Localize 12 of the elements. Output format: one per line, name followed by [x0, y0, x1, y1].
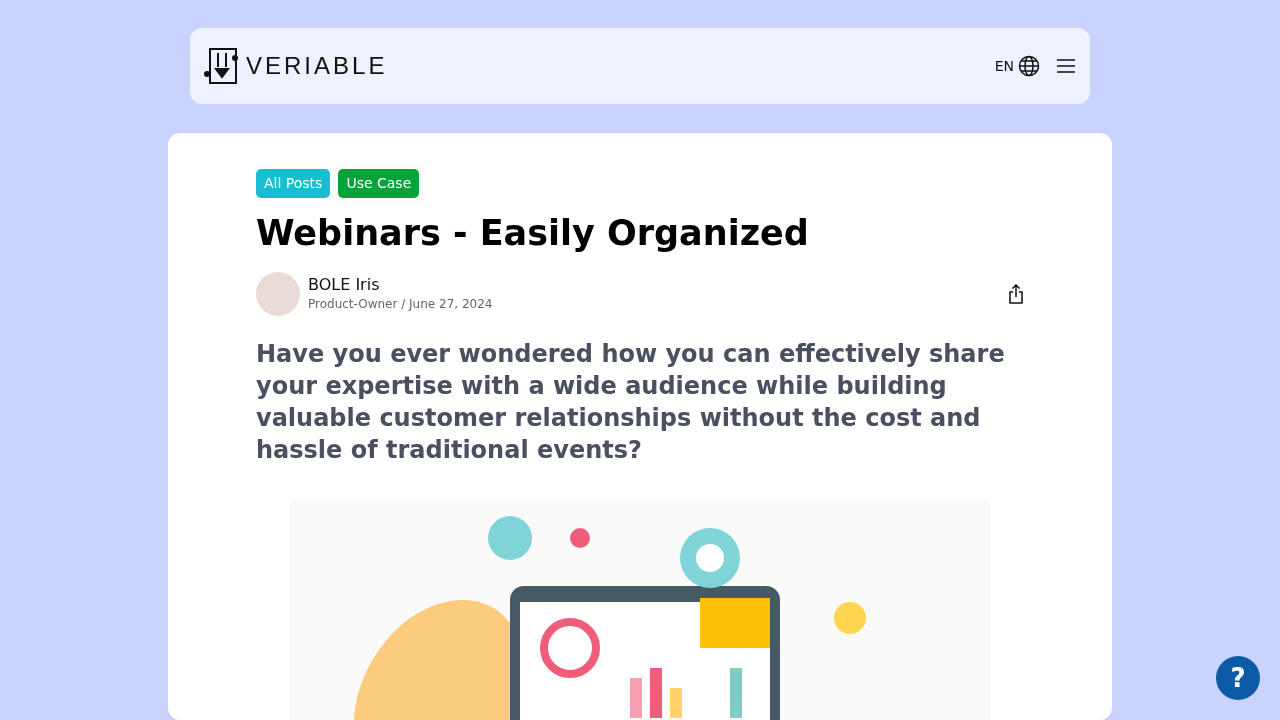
pencil-logo-icon — [204, 47, 238, 85]
help-button[interactable]: ? — [1216, 656, 1260, 700]
author-avatar — [256, 272, 300, 316]
logo-link[interactable]: VERIABLE — [204, 47, 388, 85]
share-button[interactable] — [1008, 284, 1024, 304]
author-meta: Product-Owner / June 27, 2024 — [308, 295, 494, 313]
article-title: Webinars - Easily Organized — [256, 212, 810, 254]
menu-button[interactable] — [1056, 58, 1076, 74]
language-button[interactable]: EN — [994, 55, 1040, 77]
logo-text: VERIABLE — [246, 51, 388, 81]
article-lead: Have you ever wondered how you can effectively share your expertise with a wide audience while building valuable customer relationships without the cost and hassle of traditional events? — [256, 339, 1006, 466]
author-name: BOLE Iris — [308, 275, 381, 295]
